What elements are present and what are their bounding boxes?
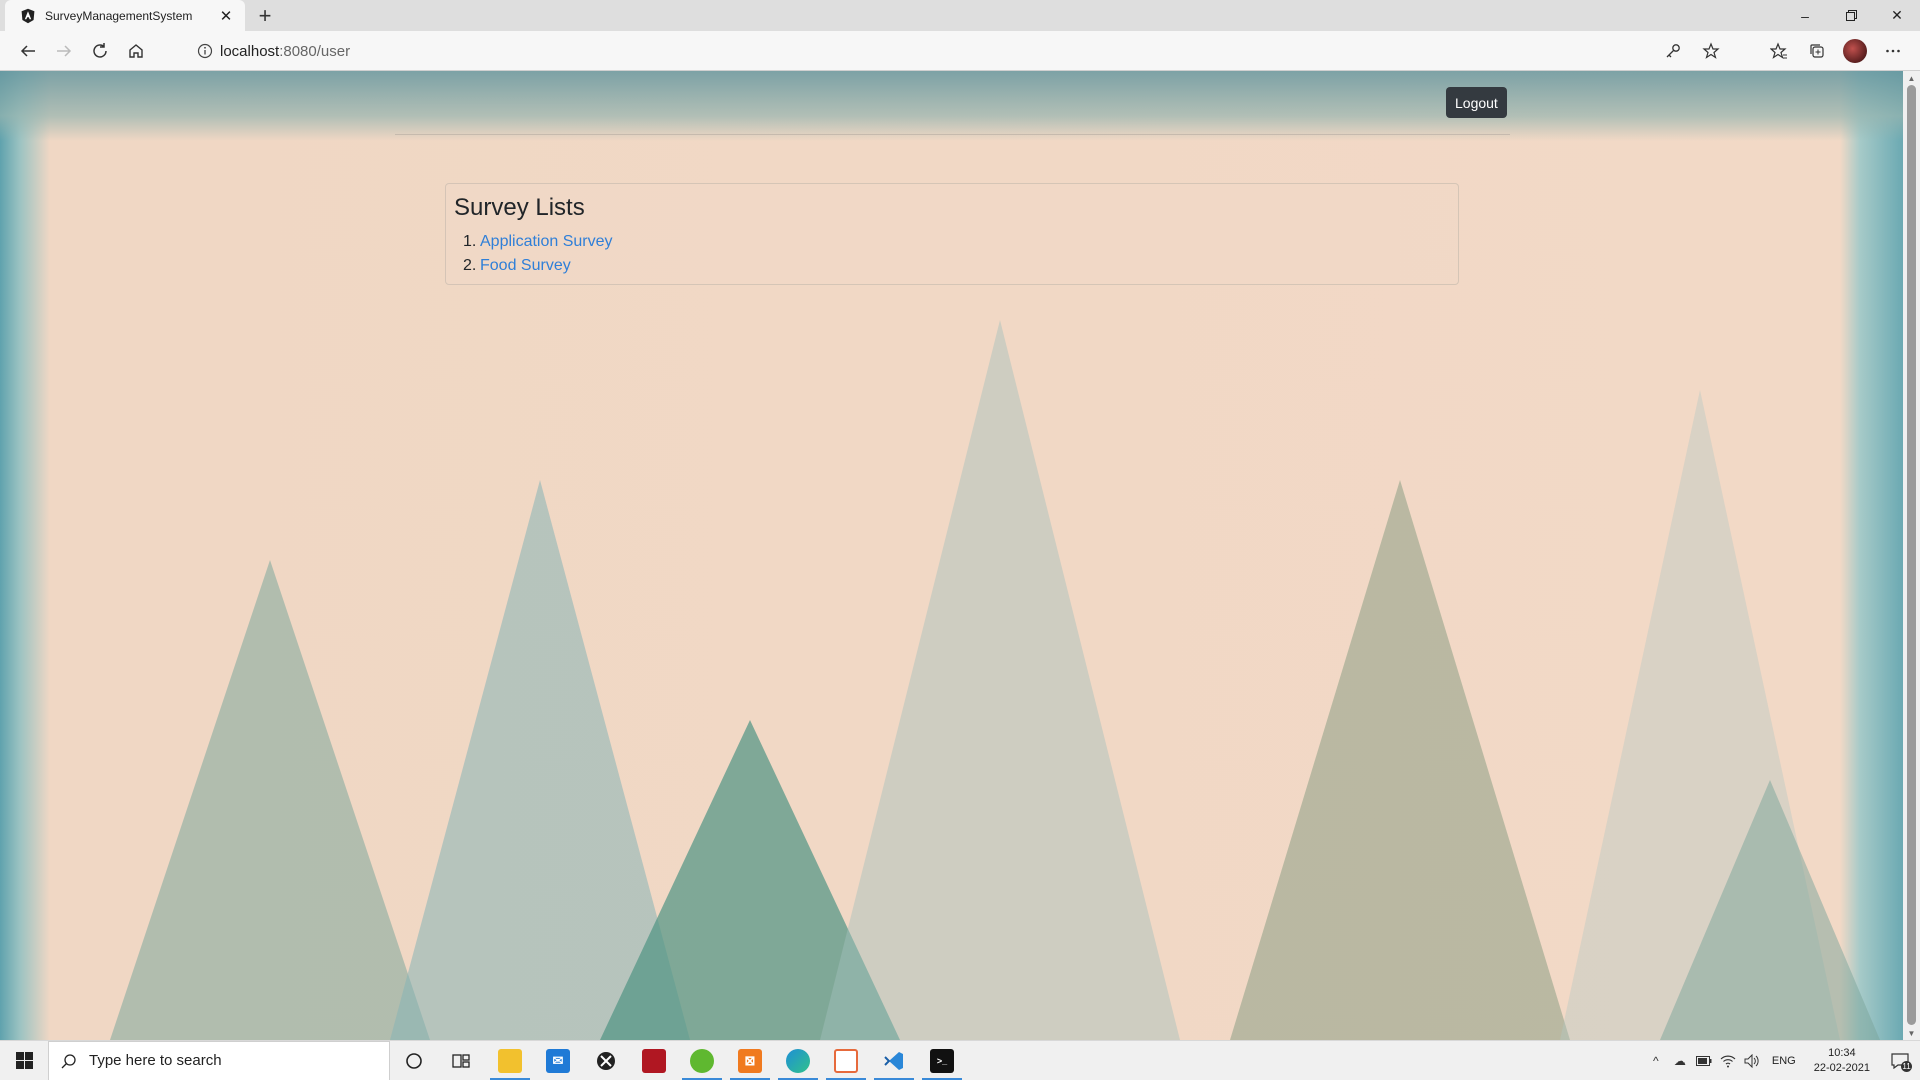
url-path: :8080/user: [279, 42, 351, 60]
logout-button[interactable]: Logout: [1446, 87, 1507, 118]
cmd-icon: >_: [930, 1048, 954, 1073]
spring-tool-suite-icon[interactable]: [678, 1041, 726, 1080]
page-scrollbar[interactable]: ▲ ▼: [1903, 71, 1920, 1040]
profile-avatar[interactable]: [1836, 35, 1874, 67]
presentation-icon: [834, 1048, 858, 1073]
key-icon[interactable]: [1654, 35, 1692, 67]
notification-count: 11: [1901, 1061, 1912, 1072]
vscode-icon[interactable]: [870, 1041, 918, 1080]
survey-list: 1. Application Survey 2. Food Survey: [454, 230, 1450, 278]
xampp-logo-icon: ⊠: [738, 1048, 762, 1073]
search-placeholder: Type here to search: [89, 1052, 222, 1069]
windows-taskbar: Type here to search ✉ ⊠ >_ ^ ☁ ENG 10:34…: [0, 1040, 1920, 1080]
angular-icon: [19, 7, 37, 25]
address-bar-actions: [1654, 35, 1730, 67]
search-icon: [61, 1053, 76, 1068]
minimize-icon[interactable]: –: [1782, 0, 1828, 31]
close-window-icon[interactable]: ✕: [1874, 0, 1920, 31]
powerpoint-icon[interactable]: [822, 1041, 870, 1080]
home-icon[interactable]: [118, 35, 154, 67]
url-text: localhost:8080/user: [220, 43, 350, 60]
list-item: 2. Food Survey: [454, 254, 1450, 278]
terminal-app-icon[interactable]: [630, 1041, 678, 1080]
xampp-icon[interactable]: ⊠: [726, 1041, 774, 1080]
add-favorite-icon[interactable]: [1692, 35, 1730, 67]
survey-list-card: Survey Lists 1. Application Survey 2. Food…: [445, 183, 1459, 285]
survey-link-food[interactable]: Food Survey: [480, 257, 571, 274]
command-prompt-icon[interactable]: >_: [918, 1041, 966, 1080]
page-title: Survey Lists: [454, 194, 585, 221]
browser-tab[interactable]: SurveyManagementSystem ✕: [5, 0, 245, 31]
scroll-up-icon[interactable]: ▲: [1903, 71, 1920, 85]
scrollbar-thumb[interactable]: [1907, 85, 1916, 1025]
survey-link-application[interactable]: Application Survey: [480, 233, 613, 250]
edge-browser-icon[interactable]: [774, 1041, 822, 1080]
tab-title: SurveyManagementSystem: [45, 8, 193, 23]
toolbar-actions: [1760, 35, 1920, 67]
info-icon[interactable]: [190, 43, 220, 59]
onedrive-icon[interactable]: ☁: [1668, 1041, 1692, 1080]
file-explorer-icon[interactable]: [486, 1041, 534, 1080]
folder-icon: [498, 1048, 522, 1073]
system-clock[interactable]: 10:34 22-02-2021: [1804, 1046, 1880, 1076]
list-item: 1. Application Survey: [454, 230, 1450, 254]
refresh-icon[interactable]: [82, 35, 118, 67]
envelope-icon: ✉: [546, 1048, 570, 1073]
restore-icon[interactable]: [1828, 0, 1874, 31]
wifi-icon[interactable]: [1716, 1041, 1740, 1080]
windows-start-icon[interactable]: [0, 1041, 48, 1080]
background-tree: [1660, 780, 1880, 1040]
url-host: localhost: [220, 42, 280, 60]
mail-icon[interactable]: ✉: [534, 1041, 582, 1080]
header-divider: [395, 134, 1510, 135]
notification-center-icon[interactable]: 11: [1880, 1041, 1920, 1080]
taskbar-search-input[interactable]: Type here to search: [48, 1040, 390, 1080]
favorites-icon[interactable]: [1760, 35, 1798, 67]
edge-logo-icon: [786, 1048, 810, 1073]
more-options-icon[interactable]: [1874, 35, 1912, 67]
browser-tab-bar: SurveyManagementSystem ✕ + – ✕: [0, 0, 1920, 31]
leaf-icon: [690, 1048, 714, 1073]
xbox-icon[interactable]: [582, 1041, 630, 1080]
forward-icon[interactable]: [46, 35, 82, 67]
cortana-icon[interactable]: [390, 1041, 438, 1080]
task-view-icon[interactable]: [438, 1041, 486, 1080]
avatar: [1843, 39, 1867, 63]
background-tree: [820, 320, 1180, 1040]
volume-icon[interactable]: [1740, 1041, 1764, 1080]
clock-time: 10:34: [1828, 1047, 1856, 1059]
collections-icon[interactable]: [1798, 35, 1836, 67]
app-logo-icon: [642, 1048, 666, 1073]
close-tab-icon[interactable]: ✕: [215, 5, 237, 27]
page-viewport: Logout Survey Lists 1. Application Survey…: [0, 71, 1903, 1040]
background-tree: [1230, 480, 1570, 1040]
system-tray: ^ ☁ ENG 10:34 22-02-2021 11: [1644, 1041, 1920, 1080]
language-indicator[interactable]: ENG: [1764, 1055, 1804, 1067]
address-bar[interactable]: localhost:8080/user: [190, 35, 1730, 67]
background-tree: [110, 560, 430, 1040]
clock-date: 22-02-2021: [1813, 1062, 1870, 1074]
list-number: 2.: [463, 257, 477, 274]
battery-icon[interactable]: [1692, 1041, 1716, 1080]
chevron-up-icon[interactable]: ^: [1644, 1041, 1668, 1080]
list-number: 1.: [463, 233, 477, 250]
scroll-down-icon[interactable]: ▼: [1903, 1026, 1920, 1040]
back-icon[interactable]: [10, 35, 46, 67]
browser-toolbar: localhost:8080/user: [0, 31, 1920, 71]
window-controls: – ✕: [1782, 0, 1920, 31]
new-tab-icon[interactable]: +: [253, 3, 277, 28]
